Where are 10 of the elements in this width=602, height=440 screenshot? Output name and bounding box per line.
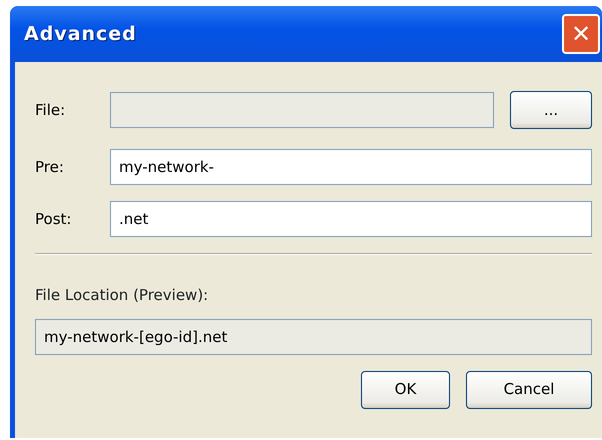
preview-label: File Location (Preview):	[35, 285, 210, 306]
close-button[interactable]: ✕	[562, 14, 600, 54]
cancel-button[interactable]: Cancel	[466, 370, 592, 408]
input-field[interactable]: my-network-	[110, 149, 592, 185]
input-field[interactable]: .net	[110, 201, 592, 237]
field-label: Pre:	[35, 156, 65, 178]
field-label: Post:	[35, 208, 72, 230]
field-label: File:	[35, 100, 66, 121]
window-title: Advanced	[24, 22, 137, 47]
ok-button[interactable]: OK	[361, 370, 450, 408]
